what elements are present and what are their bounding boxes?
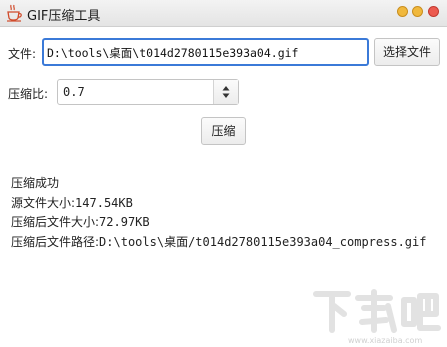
app-window: GIF压缩工具 文件: D:\tools\桌面\t014d2780115e393… <box>0 0 447 347</box>
compressed-size-line: 压缩后文件大小:72.97KB <box>11 213 150 230</box>
ratio-label: 压缩比: <box>8 87 49 101</box>
compressed-path-line: 压缩后文件路径:D:\tools\桌面/t014d2780115e393a04_… <box>11 233 426 250</box>
watermark-url: www.xiazaiba.com <box>348 336 423 345</box>
source-size-line: 源文件大小:147.54KB <box>11 194 133 211</box>
compressed-size-value: 72.97KB <box>99 215 150 229</box>
maximize-icon[interactable] <box>412 6 423 17</box>
close-icon[interactable] <box>428 6 439 17</box>
window-title: GIF压缩工具 <box>27 9 101 24</box>
compressed-path-value: D:\tools\桌面/t014d2780115e393a04_compress… <box>99 235 427 249</box>
minimize-icon[interactable] <box>397 6 408 17</box>
ratio-spinner[interactable]: 0.7 <box>57 79 239 105</box>
file-label: 文件: <box>8 47 37 61</box>
source-size-value: 147.54KB <box>75 196 133 210</box>
ratio-value: 0.7 <box>63 85 85 99</box>
file-path-input[interactable]: D:\tools\桌面\t014d2780115e393a04.gif <box>42 38 369 66</box>
title-bar[interactable]: GIF压缩工具 <box>0 0 447 27</box>
coffee-cup-icon <box>7 4 22 22</box>
up-down-arrows-icon[interactable] <box>213 80 238 104</box>
compressed-size-label: 压缩后文件大小: <box>11 215 100 229</box>
result-status: 压缩成功 <box>11 176 60 190</box>
watermark-logo <box>313 289 441 333</box>
choose-file-button[interactable]: 选择文件 <box>374 38 440 66</box>
compress-button[interactable]: 压缩 <box>201 117 246 145</box>
compressed-path-label: 压缩后文件路径: <box>11 235 100 249</box>
source-size-label: 源文件大小: <box>11 196 76 210</box>
